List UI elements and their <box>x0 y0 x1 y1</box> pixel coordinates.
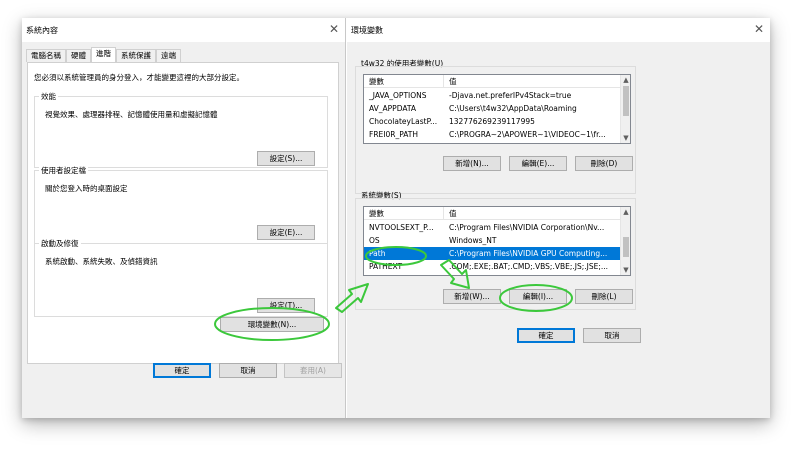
close-icon[interactable]: ✕ <box>329 22 339 36</box>
tab-system-protection[interactable]: 系統保護 <box>116 49 156 62</box>
environment-variables-titlebar: 環境變數 ✕ <box>347 18 770 42</box>
user-variables-list[interactable]: 變數 值 _JAVA_OPTIONS -Djava.net.preferIPv4… <box>363 74 631 144</box>
user-new-button[interactable]: 新增(N)... <box>443 156 501 171</box>
system-properties-titlebar: 系統內容 ✕ <box>22 18 345 42</box>
scroll-up-icon[interactable]: ▲ <box>621 207 630 217</box>
group-title: 使用者設定檔 <box>39 165 88 176</box>
tab-strip: 電腦名稱 硬體 進階 系統保護 遠端 <box>26 47 181 62</box>
group-description: 系統啟動、系統失敗、及偵錯資訊 <box>45 257 158 266</box>
window-title: 環境變數 <box>351 26 383 35</box>
list-header: 變數 值 <box>364 75 620 88</box>
cancel-button[interactable]: 取消 <box>583 328 641 343</box>
group-description: 關於您登入時的桌面設定 <box>45 184 128 193</box>
tab-advanced[interactable]: 進階 <box>91 47 116 62</box>
list-item[interactable]: _JAVA_OPTIONS -Djava.net.preferIPv4Stack… <box>364 89 620 102</box>
scroll-down-icon[interactable]: ▼ <box>621 265 630 275</box>
environment-variables-button[interactable]: 環境變數(N)... <box>220 317 324 332</box>
group-title: 啟動及修復 <box>39 238 81 249</box>
cancel-button[interactable]: 取消 <box>219 363 277 378</box>
user-edit-button[interactable]: 編輯(E)... <box>509 156 567 171</box>
ok-button[interactable]: 確定 <box>517 328 575 343</box>
user-delete-button[interactable]: 刪除(D) <box>575 156 633 171</box>
system-properties-window: 系統內容 ✕ 電腦名稱 硬體 進階 系統保護 遠端 您必須以系統管理員的身分登入… <box>22 18 346 418</box>
column-header-value[interactable]: 值 <box>444 207 620 219</box>
tab-hardware[interactable]: 硬體 <box>66 49 91 62</box>
system-variables-list[interactable]: 變數 值 NVTOOLSEXT_P... C:\Program Files\NV… <box>363 206 631 276</box>
column-header-variable[interactable]: 變數 <box>364 75 444 87</box>
list-item-selected[interactable]: Path C:\Program Files\NVIDIA GPU Computi… <box>364 247 620 260</box>
tab-remote[interactable]: 遠端 <box>156 49 181 62</box>
tab-computer-name[interactable]: 電腦名稱 <box>26 49 66 62</box>
system-new-button[interactable]: 新增(W)... <box>443 289 501 304</box>
system-edit-button[interactable]: 編輯(I)... <box>509 289 567 304</box>
scroll-up-icon[interactable]: ▲ <box>621 75 630 85</box>
ok-button[interactable]: 確定 <box>153 363 211 378</box>
list-item[interactable]: FREI0R_PATH C:\PROGRA~2\APOWER~1\VIDEOC~… <box>364 128 620 141</box>
list-item[interactable]: AV_APPDATA C:\Users\t4w32\AppData\Roamin… <box>364 102 620 115</box>
user-profiles-settings-button[interactable]: 設定(E)... <box>257 225 315 240</box>
scroll-thumb[interactable] <box>623 237 629 257</box>
scroll-down-icon[interactable]: ▼ <box>621 133 630 143</box>
group-title: 效能 <box>39 91 58 102</box>
list-item[interactable]: NVTOOLSEXT_P... C:\Program Files\NVIDIA … <box>364 221 620 234</box>
list-item[interactable]: ChocolateyLastP... 132776269239117995 <box>364 115 620 128</box>
apply-button[interactable]: 套用(A) <box>284 363 342 378</box>
list-header: 變數 值 <box>364 207 620 220</box>
scroll-thumb[interactable] <box>623 86 629 116</box>
environment-variables-window: 環境變數 ✕ t4w32 的使用者變數(U) 變數 值 _JAVA_OPTION… <box>347 18 770 418</box>
close-icon[interactable]: ✕ <box>754 22 764 36</box>
system-delete-button[interactable]: 刪除(L) <box>575 289 633 304</box>
column-header-value[interactable]: 值 <box>444 75 620 87</box>
vertical-scrollbar[interactable]: ▲ ▼ <box>620 207 630 275</box>
admin-notice: 您必須以系統管理員的身分登入，才能變更這裡的大部分設定。 <box>34 73 244 82</box>
column-header-variable[interactable]: 變數 <box>364 207 444 219</box>
user-profiles-group: 使用者設定檔 關於您登入時的桌面設定 設定(E)... <box>34 165 328 244</box>
group-description: 視覺效果、處理器排程、記憶體使用量和虛擬記憶體 <box>45 110 218 119</box>
vertical-scrollbar[interactable]: ▲ ▼ <box>620 75 630 143</box>
window-footer <box>22 400 345 418</box>
startup-recovery-settings-button[interactable]: 設定(T)... <box>257 298 315 313</box>
list-item[interactable]: PATHEXT .COM;.EXE;.BAT;.CMD;.VBS;.VBE;.J… <box>364 260 620 273</box>
performance-settings-button[interactable]: 設定(S)... <box>257 151 315 166</box>
list-item[interactable]: OS Windows_NT <box>364 234 620 247</box>
performance-group: 效能 視覺效果、處理器排程、記憶體使用量和虛擬記憶體 設定(S)... <box>34 91 328 168</box>
window-title: 系統內容 <box>26 26 58 35</box>
startup-recovery-group: 啟動及修復 系統啟動、系統失敗、及偵錯資訊 設定(T)... <box>34 238 328 317</box>
